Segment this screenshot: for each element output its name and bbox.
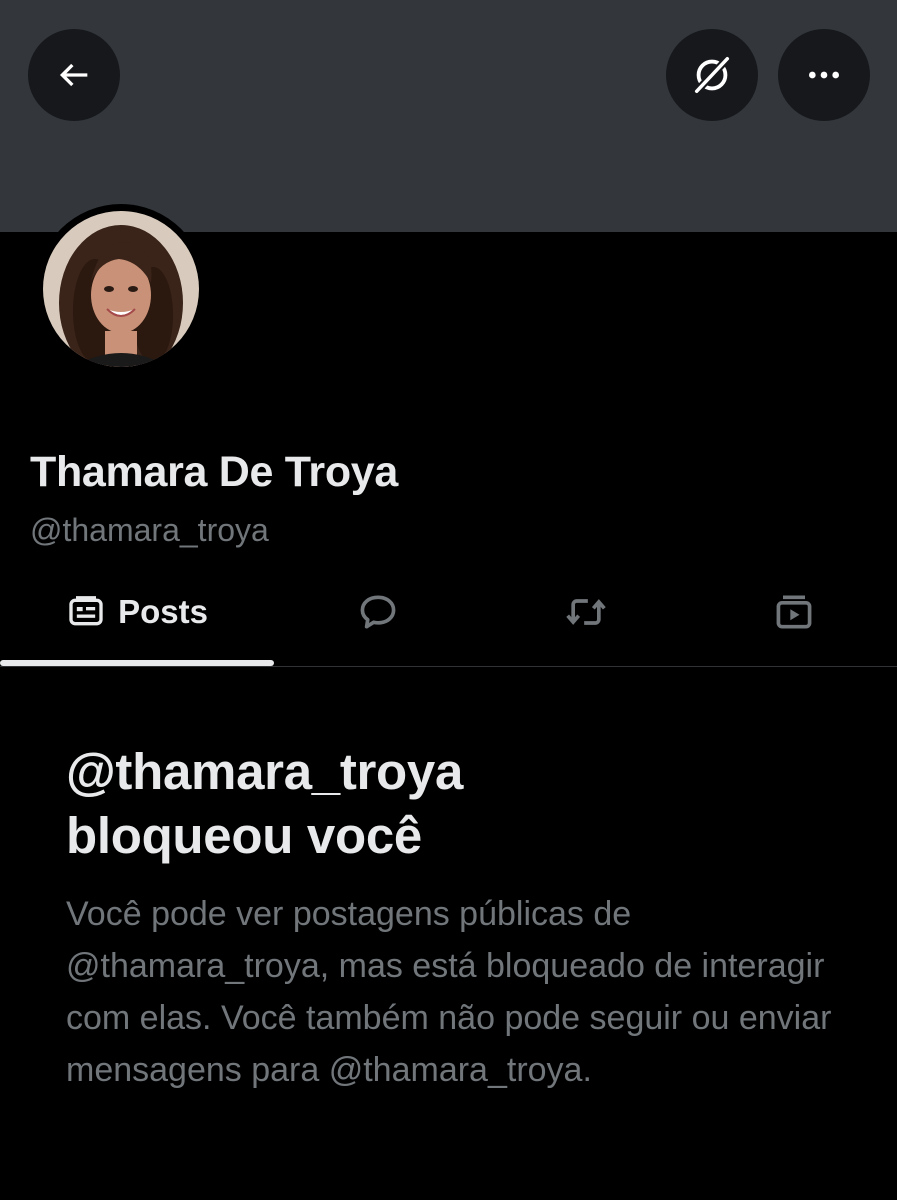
tab-posts-label: Posts (118, 593, 208, 630)
posts-icon (69, 596, 103, 626)
more-horizontal-icon (809, 71, 839, 79)
grok-button[interactable] (666, 29, 758, 121)
avatar[interactable] (43, 211, 199, 367)
more-options-button[interactable] (778, 29, 870, 121)
blocked-description: Você pode ver postagens públicas de @tha… (66, 895, 832, 1089)
active-tab-indicator (0, 660, 274, 666)
display-name: Thamara De Troya (30, 448, 399, 496)
profile-tabs: Posts (0, 562, 897, 667)
replies-icon (360, 595, 396, 629)
tab-replies[interactable] (274, 562, 482, 662)
tab-posts[interactable]: Posts (0, 562, 274, 662)
media-icon (776, 595, 811, 629)
reposts-icon (566, 599, 606, 625)
blocked-heading-line1: @thamara_troya (66, 743, 464, 800)
blocked-heading: @thamara_troya bloqueou você (66, 740, 866, 868)
tab-reposts[interactable] (482, 562, 690, 662)
arrow-left-icon (59, 63, 88, 87)
back-button[interactable] (28, 29, 120, 121)
grok-icon (693, 56, 731, 94)
user-handle: @thamara_troya (30, 512, 269, 548)
blocked-heading-line2: bloqueou você (66, 807, 422, 864)
profile-banner[interactable] (0, 0, 897, 232)
tab-media[interactable] (690, 562, 897, 662)
